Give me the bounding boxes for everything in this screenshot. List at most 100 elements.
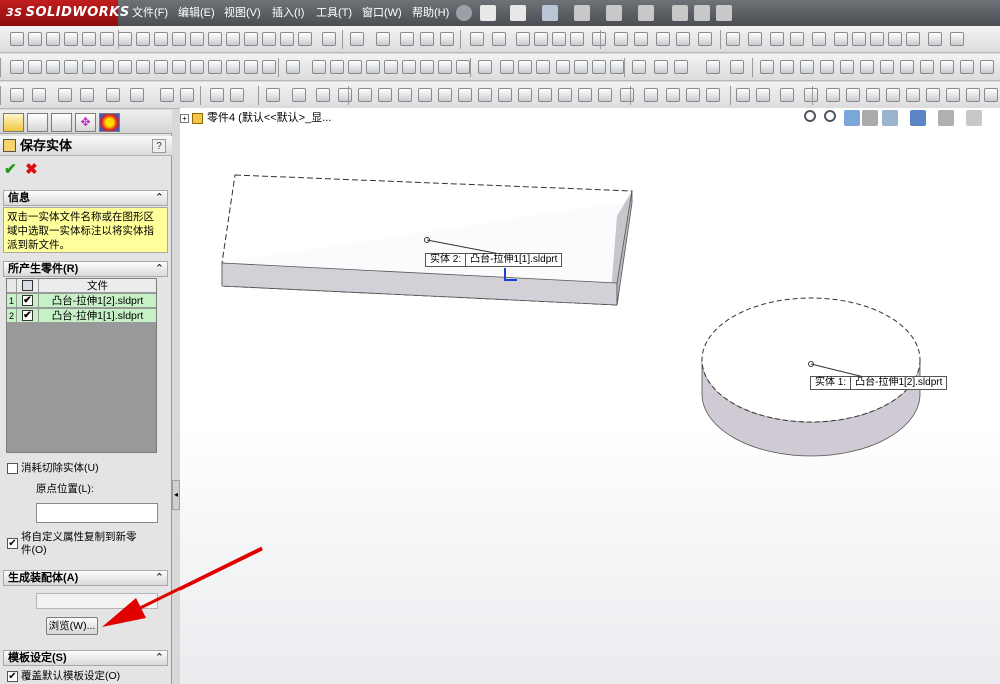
toolbar-tool-icon[interactable] xyxy=(920,60,934,74)
collapse-icon[interactable]: ⌃ xyxy=(155,651,164,665)
toolbar-tool-icon[interactable] xyxy=(536,60,550,74)
body-callout-2[interactable]: 实体 2: 凸台-拉伸1[1].sldprt xyxy=(425,253,563,267)
toolbar-tool-icon[interactable] xyxy=(800,60,814,74)
toolbar-tool-icon[interactable] xyxy=(946,88,960,102)
toolbar-tool-icon[interactable] xyxy=(266,88,280,102)
toolbar-tool-icon[interactable] xyxy=(226,32,240,46)
menu-insert[interactable]: 插入(I) xyxy=(272,0,304,26)
toolbar-tool-icon[interactable] xyxy=(298,32,312,46)
template-settings-group-header[interactable]: 模板设定(S) ⌃ xyxy=(3,650,168,666)
toolbar-tool-icon[interactable] xyxy=(28,60,42,74)
toolbar-tool-icon[interactable] xyxy=(154,60,168,74)
toolbar-tool-icon[interactable] xyxy=(492,32,506,46)
menu-file[interactable]: 文件(F) xyxy=(132,0,168,26)
copy-custom-properties-checkbox[interactable]: ✔ xyxy=(7,538,18,549)
toolbar-tool-icon[interactable] xyxy=(64,60,78,74)
toolbar-tool-icon[interactable] xyxy=(500,60,514,74)
toolbar-tool-icon[interactable] xyxy=(834,32,848,46)
toolbar-tool-icon[interactable] xyxy=(28,32,42,46)
feature-manager-tab-icon[interactable] xyxy=(3,113,24,132)
menu-edit[interactable]: 编辑(E) xyxy=(178,0,215,26)
toolbar-tool-icon[interactable] xyxy=(470,32,484,46)
toolbar-tool-icon[interactable] xyxy=(478,88,492,102)
toolbar-tool-icon[interactable] xyxy=(10,88,24,102)
toolbar-tool-icon[interactable] xyxy=(46,60,60,74)
toolbar-tool-icon[interactable] xyxy=(82,32,96,46)
toolbar-tool-icon[interactable] xyxy=(558,88,572,102)
toolbar-tool-icon[interactable] xyxy=(292,88,306,102)
toolbar-tool-icon[interactable] xyxy=(402,60,416,74)
toolbar-tool-icon[interactable] xyxy=(886,88,900,102)
toolbar-tool-icon[interactable] xyxy=(100,32,114,46)
file-name-cell[interactable]: 凸台-拉伸1[1].sldprt xyxy=(39,309,156,323)
toolbar-tool-icon[interactable] xyxy=(180,88,194,102)
toolbar-tool-icon[interactable] xyxy=(64,32,78,46)
new-document-icon[interactable] xyxy=(480,5,496,21)
toolbar-tool-icon[interactable] xyxy=(440,32,454,46)
toolbar-tool-icon[interactable] xyxy=(160,88,174,102)
toolbar-tool-icon[interactable] xyxy=(706,88,720,102)
toolbar-tool-icon[interactable] xyxy=(966,88,980,102)
toolbar-tool-icon[interactable] xyxy=(420,32,434,46)
toolbar-tool-icon[interactable] xyxy=(654,60,668,74)
consume-cut-bodies-checkbox[interactable] xyxy=(7,463,18,474)
toolbar-tool-icon[interactable] xyxy=(262,32,276,46)
override-template-checkbox[interactable]: ✔ xyxy=(7,671,18,682)
resulting-parts-group-header[interactable]: 所产生零件(R) ⌃ xyxy=(3,261,168,277)
toolbar-tool-icon[interactable] xyxy=(400,32,414,46)
file-properties-icon[interactable] xyxy=(694,5,710,21)
menu-tools[interactable]: 工具(T) xyxy=(316,0,352,26)
toolbar-tool-icon[interactable] xyxy=(208,32,222,46)
toolbar-tool-icon[interactable] xyxy=(666,88,680,102)
toolbar-tool-icon[interactable] xyxy=(378,88,392,102)
dimxpert-tab-icon[interactable]: ✥ xyxy=(75,113,96,132)
toolbar-tool-icon[interactable] xyxy=(316,88,330,102)
toolbar-tool-icon[interactable] xyxy=(80,88,94,102)
toolbar-tool-icon[interactable] xyxy=(820,60,834,74)
toolbar-tool-icon[interactable] xyxy=(208,60,222,74)
toolbar-tool-icon[interactable] xyxy=(518,88,532,102)
open-folder-icon[interactable] xyxy=(510,5,526,21)
toolbar-tool-icon[interactable] xyxy=(770,32,784,46)
toolbar-tool-icon[interactable] xyxy=(926,88,940,102)
origin-location-field[interactable] xyxy=(36,503,158,523)
toolbar-tool-icon[interactable] xyxy=(518,60,532,74)
toolbar-tool-icon[interactable] xyxy=(928,32,942,46)
toolbar-tool-icon[interactable] xyxy=(846,88,860,102)
file-name-cell[interactable]: 凸台-拉伸1[2].sldprt xyxy=(39,294,156,308)
toolbar-tool-icon[interactable] xyxy=(534,32,548,46)
property-manager-tab-icon[interactable] xyxy=(27,113,48,132)
toolbar-tool-icon[interactable] xyxy=(592,60,606,74)
menu-view[interactable]: 视图(V) xyxy=(224,0,261,26)
toolbar-tool-icon[interactable] xyxy=(338,88,352,102)
toolbar-tool-icon[interactable] xyxy=(906,88,920,102)
help-button[interactable]: ? xyxy=(152,139,166,153)
toolbar-tool-icon[interactable] xyxy=(106,88,120,102)
toolbar-tool-icon[interactable] xyxy=(384,60,398,74)
toolbar-tool-icon[interactable] xyxy=(348,60,362,74)
toolbar-tool-icon[interactable] xyxy=(730,60,744,74)
toolbar-tool-icon[interactable] xyxy=(438,60,452,74)
toolbar-tool-icon[interactable] xyxy=(498,88,512,102)
rebuild-icon[interactable] xyxy=(672,5,688,21)
collapse-icon[interactable]: ⌃ xyxy=(155,191,164,205)
cancel-button[interactable]: ✖ xyxy=(25,160,43,178)
print-icon[interactable] xyxy=(574,5,590,21)
solidworks-logo[interactable]: 3S SOLIDWORKS xyxy=(0,0,129,26)
toolbar-tool-icon[interactable] xyxy=(804,88,818,102)
toolbar-tool-icon[interactable] xyxy=(458,88,472,102)
graphics-area[interactable]: + 零件4 (默认<<默认>_显... 实体 2: 凸台-拉伸1[1].sldp… xyxy=(180,108,1000,684)
toolbar-tool-icon[interactable] xyxy=(456,60,470,74)
toolbar-tool-icon[interactable] xyxy=(880,60,894,74)
toolbar-tool-icon[interactable] xyxy=(674,60,688,74)
toolbar-tool-icon[interactable] xyxy=(556,60,570,74)
toolbar-tool-icon[interactable] xyxy=(592,32,606,46)
toolbar-tool-icon[interactable] xyxy=(756,88,770,102)
toolbar-tool-icon[interactable] xyxy=(870,32,884,46)
save-checkbox[interactable]: ✔ xyxy=(22,295,33,306)
rectangular-body[interactable] xyxy=(221,174,633,306)
toolbar-tool-icon[interactable] xyxy=(154,32,168,46)
toolbar-tool-icon[interactable] xyxy=(130,88,144,102)
toolbar-tool-icon[interactable] xyxy=(686,88,700,102)
toolbar-tool-icon[interactable] xyxy=(136,32,150,46)
